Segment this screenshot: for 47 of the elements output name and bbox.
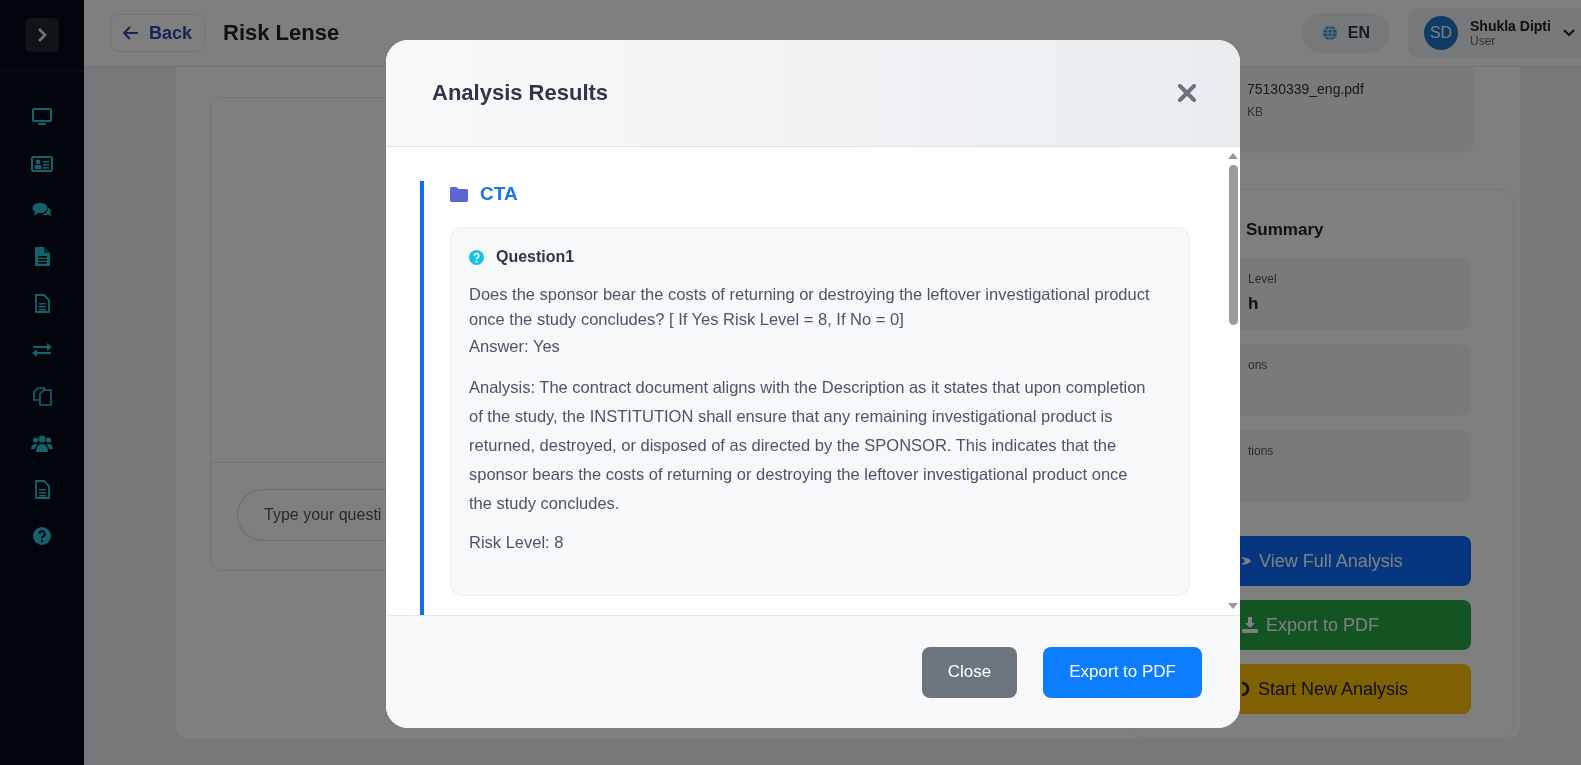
document-outline-icon[interactable] [34,479,50,499]
chat-icon[interactable] [32,202,52,219]
export-pdf-button[interactable]: Export to PDF [1043,646,1202,698]
action-button[interactable]: Start New Analysis [1240,664,1471,714]
action-button[interactable]: View Full Analysis [1240,536,1471,586]
globe-icon [1321,25,1338,41]
folder-icon [450,186,468,202]
download-icon [1242,617,1258,633]
id-card-icon[interactable] [31,155,53,172]
stat-label: ons [1248,358,1269,372]
user-name: Shukla Dipti [1470,18,1551,34]
stat-label: tions [1248,444,1275,458]
swap-arrows-icon[interactable] [32,341,52,358]
expand-sidebar-button[interactable] [25,18,59,52]
copy-icon[interactable] [32,386,52,406]
monitor-icon[interactable] [32,108,52,127]
help-icon[interactable] [33,526,51,545]
chevron-down-icon [1562,29,1575,37]
scrollbar-thumb[interactable] [1228,165,1238,325]
stat-label: Level [1248,272,1278,286]
dialog-title: Analysis Results [432,80,610,106]
arrow-left-icon [123,26,139,40]
answer-text: Answer: Yes [469,336,561,357]
summary-title: Summary [1246,220,1325,240]
risk-level-text: Risk Level: 8 [469,532,565,553]
scroll-down-icon[interactable] [1228,603,1238,609]
back-button[interactable]: Back [110,14,206,52]
user-menu[interactable]: SD Shukla Dipti User [1408,8,1581,58]
language-button[interactable]: EN [1301,13,1390,53]
action-button[interactable]: Export to PDF [1240,600,1471,650]
users-icon[interactable] [31,433,53,452]
document-icon[interactable] [34,247,50,267]
user-role: User [1470,34,1497,48]
stat-value: h [1248,294,1260,314]
user-avatar: SD [1424,16,1458,50]
document-outline-icon[interactable] [34,293,50,313]
chevron-right-icon [37,28,47,42]
close-dialog-button[interactable]: Close [921,646,1018,698]
analysis-text: Analysis: The contract document aligns with the Description as it states that upon completion of the study, the INSTITUTION shall ensure that any remaining investigational product is returned, destroyed, or disposed of as directed by the SPONSOR. This indicates that the sponsor bears the costs of returning or destroying the leftover investigational product once the study concludes. [469,377,1147,514]
question-title: Question1 [496,248,575,266]
close-button[interactable] [1178,84,1196,102]
file-name: 75130339_eng.pdf [1247,81,1365,97]
file-size: KB [1247,105,1264,119]
help-icon [469,249,484,265]
question-text: Does the sponsor bear the costs of returning or destroying the leftover investigational product once the study concludes? [ If Yes Risk Level = 8, If No = 0] [469,284,1151,330]
section-title: CTA [480,183,518,205]
page-title: Risk Lense [223,20,340,46]
